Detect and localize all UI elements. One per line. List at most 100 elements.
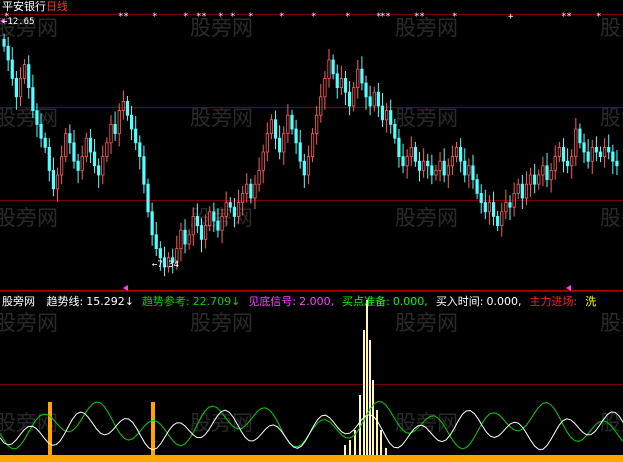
chart-window[interactable]: 股旁网股旁网股旁网股旁网股旁网股旁网股旁网股旁网股旁网股旁网股旁网股旁网股旁网股…	[0, 0, 623, 462]
candle-down	[290, 114, 294, 130]
indicator-item: 买入时间: 0.000,	[436, 295, 522, 308]
watermark-text: 股旁网	[600, 106, 623, 130]
trend-line	[0, 409, 623, 451]
candle-down	[347, 91, 352, 107]
watermark-text: 股旁网	[600, 311, 623, 335]
candle-down	[594, 146, 598, 153]
candle-down	[586, 151, 590, 162]
indicator-value: 22.709↓	[192, 295, 241, 308]
candle-down	[113, 124, 117, 135]
top-signal-marker: +	[508, 12, 514, 22]
candlestick-chart[interactable]: 股旁网股旁网股旁网股旁网股旁网股旁网股旁网股旁网股旁网股旁网股旁网股旁网股旁网股…	[0, 0, 623, 462]
candle-down	[463, 160, 467, 176]
candle-down	[430, 165, 434, 176]
candle-up	[121, 101, 125, 112]
watermark-text: 股旁网	[190, 106, 253, 130]
candle-up	[603, 146, 607, 157]
candle-up	[204, 225, 208, 240]
candle-down	[479, 192, 483, 203]
candle-up	[282, 133, 286, 153]
candle-up	[553, 156, 557, 171]
watermark-text: 股旁网	[190, 311, 253, 335]
candle-up	[339, 78, 343, 89]
watermark-text: 股旁网	[0, 106, 58, 130]
candle-down	[273, 119, 278, 139]
top-signal-marker: *	[248, 12, 254, 22]
top-signal-marker: **	[118, 12, 129, 22]
indicator-item: 趋势线: 15.292↓	[47, 295, 134, 308]
candle-down	[31, 87, 35, 111]
candle-down	[43, 137, 47, 148]
low-price-label: ←7.34	[152, 260, 180, 270]
candle-down	[401, 156, 405, 167]
candle-down	[2, 38, 6, 47]
candle-up	[422, 160, 426, 171]
candle-up	[187, 234, 191, 245]
candle-down	[302, 160, 306, 176]
candle-up	[80, 156, 84, 171]
candle-down	[508, 202, 512, 208]
candle-down	[380, 105, 385, 121]
candle-down	[150, 211, 154, 236]
candle-down	[393, 124, 397, 139]
candle-up	[241, 192, 245, 203]
candle-up	[512, 192, 516, 208]
candle-down	[138, 142, 142, 158]
candle-down	[68, 133, 72, 144]
candle-down	[426, 160, 430, 167]
candle-down	[496, 215, 500, 226]
watermark-text: 股旁网	[395, 311, 458, 335]
candle-up	[409, 146, 413, 157]
watermark-layer: 股旁网股旁网股旁网股旁网股旁网股旁网股旁网股旁网股旁网股旁网股旁网股旁网股旁网股…	[0, 16, 623, 435]
candle-up	[245, 183, 249, 194]
candle-down	[442, 160, 446, 176]
candle-up	[310, 133, 315, 158]
watermark-text: 股旁网	[395, 106, 458, 130]
candle-down	[232, 206, 237, 217]
candle-down	[397, 137, 401, 157]
indicator-label: 洗	[585, 295, 597, 308]
indicator-label: 买入时间:	[435, 295, 484, 308]
candle-down	[364, 82, 368, 98]
candle-down	[607, 146, 611, 153]
watermark-text: 股旁网	[0, 206, 58, 230]
candle-down	[14, 78, 18, 98]
candle-down	[615, 160, 619, 167]
candle-up	[500, 211, 504, 227]
top-signal-marker: *	[218, 12, 224, 22]
candle-up	[18, 78, 23, 98]
candle-down	[471, 165, 475, 181]
grid-lines	[0, 14, 623, 385]
candle-down	[183, 229, 187, 245]
candle-up	[306, 156, 311, 176]
indicator-label: 买点准备:	[342, 295, 390, 308]
candle-up	[524, 183, 529, 199]
watermark-text: 股旁网	[600, 16, 623, 40]
candle-down	[88, 137, 93, 153]
chart-title: 平安银行日线	[2, 1, 68, 13]
candle-up	[356, 68, 360, 88]
candle-up	[117, 110, 121, 134]
candle-down	[376, 91, 380, 107]
candle-down	[278, 137, 282, 153]
indicator-label: 见底信号:	[248, 295, 297, 308]
candle-down	[298, 142, 302, 162]
candle-down	[368, 96, 372, 107]
candle-down	[561, 146, 566, 162]
bottom-baseline	[0, 455, 623, 462]
top-signal-marker: *	[596, 12, 602, 22]
indicator-value: 0.000,	[392, 295, 428, 308]
indicator-label: 趋势参考:	[141, 295, 190, 308]
candle-down	[294, 128, 298, 144]
candle-down	[360, 68, 364, 84]
candle-down	[249, 183, 253, 199]
candle-down	[6, 45, 10, 61]
candle-down	[228, 202, 232, 208]
candle-up	[541, 165, 545, 176]
top-signal-marker: **	[561, 12, 572, 22]
candle-up	[257, 169, 261, 185]
signal-bar	[380, 430, 382, 458]
top-signal-marker: **	[196, 12, 207, 22]
candle-down	[598, 151, 603, 157]
indicator-value: 0.000,	[486, 295, 522, 308]
